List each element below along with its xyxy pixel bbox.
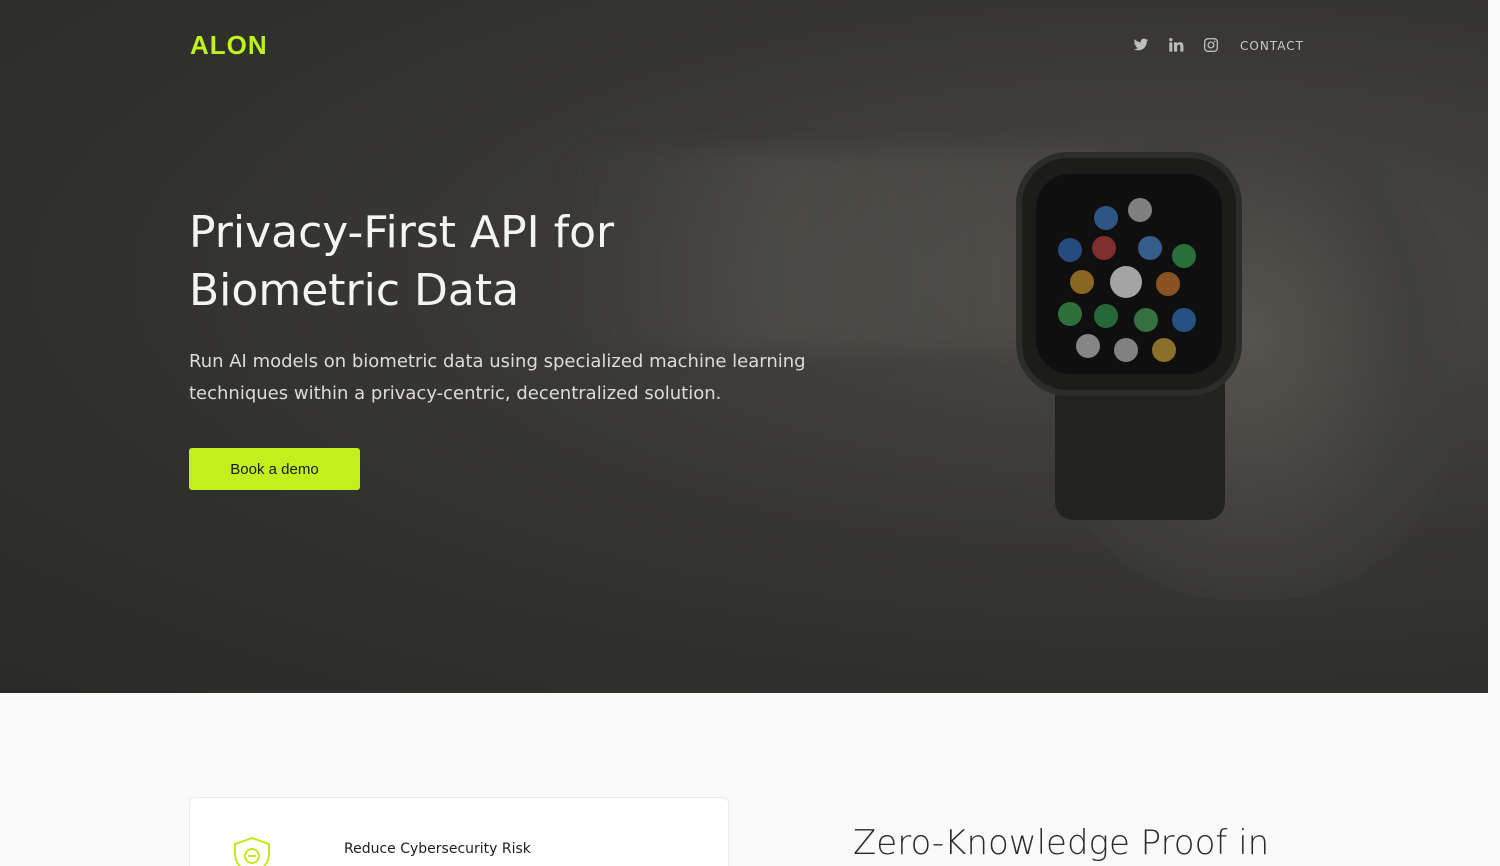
shield-icon: [231, 836, 273, 866]
top-navigation: ALON CONTACT: [0, 0, 1488, 92]
linkedin-icon[interactable]: [1168, 37, 1184, 53]
hero-title: Privacy-First API for Biometric Data: [189, 204, 829, 320]
watch-app-icon: [1156, 272, 1180, 296]
section-heading: Zero-Knowledge Proof in: [853, 823, 1270, 863]
watch-app-icon: [1094, 304, 1118, 328]
smartwatch-image: [1022, 158, 1236, 390]
watch-app-icon: [1092, 236, 1116, 260]
feature-card-title: Reduce Cybersecurity Risk: [344, 841, 531, 857]
page-edge: [1488, 0, 1500, 866]
feature-card: Reduce Cybersecurity Risk: [189, 797, 729, 866]
hero-section: ALON CONTACT Privacy-First API for Biome…: [0, 0, 1488, 693]
watch-clock-icon: [1110, 266, 1142, 298]
watch-app-icon: [1114, 338, 1138, 362]
watch-app-icon: [1058, 238, 1082, 262]
book-demo-button[interactable]: Book a demo: [189, 448, 360, 490]
smartwatch-strap: [1055, 380, 1225, 520]
instagram-icon[interactable]: [1203, 37, 1219, 53]
hero-title-line1: Privacy-First API for: [189, 207, 615, 258]
watch-app-icon: [1138, 236, 1162, 260]
smartwatch-screen: [1036, 174, 1222, 374]
watch-app-icon: [1076, 334, 1100, 358]
alon-logo[interactable]: ALON: [190, 30, 268, 61]
contact-link[interactable]: CONTACT: [1240, 39, 1304, 53]
watch-app-icon: [1058, 302, 1082, 326]
watch-app-icon: [1070, 270, 1094, 294]
watch-app-icon: [1172, 308, 1196, 332]
watch-app-icon: [1172, 244, 1196, 268]
twitter-icon[interactable]: [1133, 37, 1149, 53]
watch-app-icon: [1094, 206, 1118, 230]
watch-app-icon: [1128, 198, 1152, 222]
hero-subtitle: Run AI models on biometric data using sp…: [189, 351, 806, 404]
hero-title-line2: Biometric Data: [189, 265, 520, 316]
watch-app-icon: [1134, 308, 1158, 332]
watch-app-icon: [1152, 338, 1176, 362]
